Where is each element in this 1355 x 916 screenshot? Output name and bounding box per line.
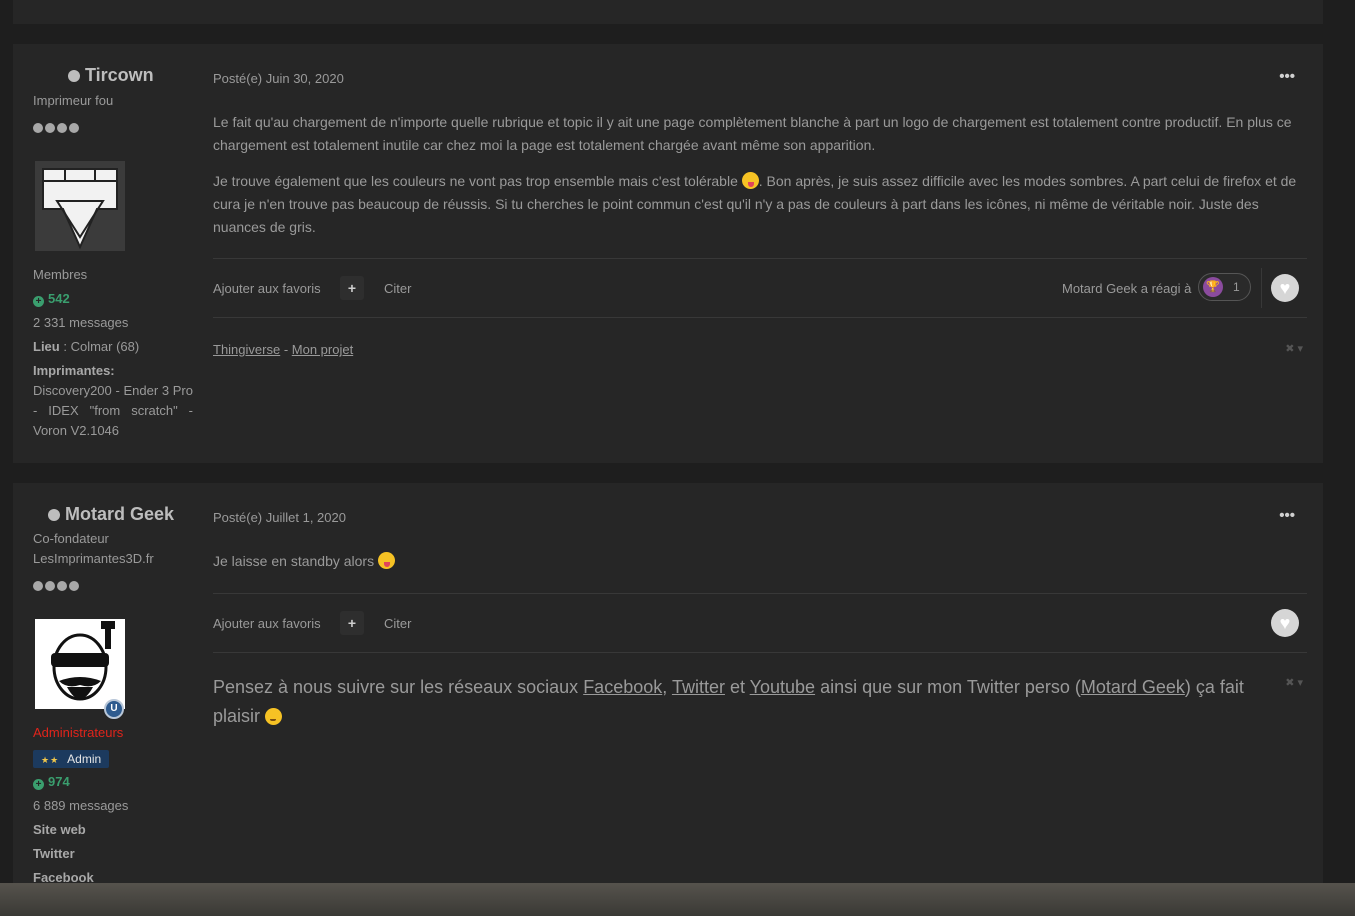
post-date[interactable]: Posté(e) Juin 30, 2020 xyxy=(213,71,344,86)
divider xyxy=(213,317,1307,318)
post-tircown: Tircown Imprimeur fou Membres +542 2 331… xyxy=(13,44,1323,463)
author-group: Membres xyxy=(33,267,88,282)
tongue-emoji-icon xyxy=(377,552,395,569)
tongue-emoji-icon xyxy=(741,172,759,189)
admin-shield-icon: U xyxy=(104,699,124,719)
divider xyxy=(213,258,1307,259)
wink-emoji-icon xyxy=(265,708,283,725)
author-title: LesImprimantes3D.fr xyxy=(33,551,154,566)
reputation: +542 xyxy=(33,289,70,309)
previous-post-end xyxy=(13,0,1323,24)
avatar[interactable] xyxy=(35,161,125,251)
plus-icon[interactable]: + xyxy=(340,276,364,300)
signature-link-thingiverse[interactable]: Thingiverse xyxy=(213,342,280,357)
post-paragraph: Je laisse en standby alors xyxy=(213,550,1307,573)
author-group: Administrateurs xyxy=(33,725,124,740)
author-title: Co-fondateur xyxy=(33,531,109,546)
avatar-helmet-icon xyxy=(35,161,125,251)
reaction-count: 1 xyxy=(1233,280,1240,294)
rank-pips xyxy=(33,121,81,133)
avatar[interactable] xyxy=(35,619,125,709)
printers-label: Imprimantes: xyxy=(33,363,115,378)
divider xyxy=(213,593,1307,594)
divider xyxy=(1261,268,1262,308)
post-motard-geek: Motard Geek Co-fondateur LesImprimantes3… xyxy=(13,483,1323,916)
reputation-plus-icon: + xyxy=(33,296,44,307)
add-favorite-button[interactable]: Ajouter aux favoris xyxy=(213,616,321,631)
bottom-bar xyxy=(0,883,1355,916)
author-title: Imprimeur fou xyxy=(33,93,114,108)
ellipsis-icon[interactable]: ••• xyxy=(1279,68,1295,85)
signature-link-youtube[interactable]: Youtube xyxy=(750,677,815,697)
message-count: 6 889 messages xyxy=(33,798,129,813)
star-icon: ★★ xyxy=(41,755,60,765)
heart-icon[interactable]: ♥ xyxy=(1271,609,1299,637)
signature: Thingiverse - Mon projet xyxy=(213,342,354,357)
avatar-masked-face-icon xyxy=(35,619,125,709)
admin-badge: ★★ Admin xyxy=(33,750,110,768)
ellipsis-icon[interactable]: ••• xyxy=(1279,507,1295,524)
reputation-plus-icon: + xyxy=(33,779,44,790)
profile-link-website[interactable]: Site web xyxy=(33,820,86,840)
signature-link-motard-geek[interactable]: Motard Geek xyxy=(1081,677,1185,697)
author-name-link[interactable]: Motard Geek xyxy=(48,504,174,525)
reputation: +974 xyxy=(33,772,70,792)
quote-button[interactable]: Citer xyxy=(384,281,411,296)
reaction-pill[interactable]: 🏆 1 xyxy=(1198,273,1251,301)
reactions-summary[interactable]: Motard Geek a réagi à xyxy=(1062,281,1191,296)
plus-icon[interactable]: + xyxy=(340,611,364,635)
trophy-icon: 🏆 xyxy=(1203,277,1223,297)
signature-link-project[interactable]: Mon projet xyxy=(292,342,353,357)
signature-link-twitter[interactable]: Twitter xyxy=(672,677,725,697)
offline-status-icon xyxy=(48,509,60,521)
message-count: 2 331 messages xyxy=(33,315,129,330)
quote-button[interactable]: Citer xyxy=(384,616,411,631)
location: Lieu : Colmar (68) xyxy=(33,339,140,354)
rank-pips xyxy=(33,579,81,591)
post-paragraph: Le fait qu'au chargement de n'importe qu… xyxy=(213,114,1292,153)
profile-link-twitter[interactable]: Twitter xyxy=(33,844,75,864)
heart-icon[interactable]: ♥ xyxy=(1271,274,1299,302)
author-name-link[interactable]: Tircown xyxy=(68,65,154,86)
signature-link-facebook[interactable]: Facebook xyxy=(583,677,662,697)
printers-value: Discovery200 - Ender 3 Pro - IDEX "from … xyxy=(33,383,193,438)
signature: Pensez à nous suivre sur les réseaux soc… xyxy=(213,677,1244,726)
post-date[interactable]: Posté(e) Juillet 1, 2020 xyxy=(213,510,346,525)
divider xyxy=(213,652,1307,653)
offline-status-icon xyxy=(68,70,80,82)
add-favorite-button[interactable]: Ajouter aux favoris xyxy=(213,281,321,296)
post-paragraph: Je trouve également que les couleurs ne … xyxy=(213,172,1297,235)
close-icon[interactable]: ✖ ▾ xyxy=(1285,342,1303,355)
close-icon[interactable]: ✖ ▾ xyxy=(1285,676,1303,689)
